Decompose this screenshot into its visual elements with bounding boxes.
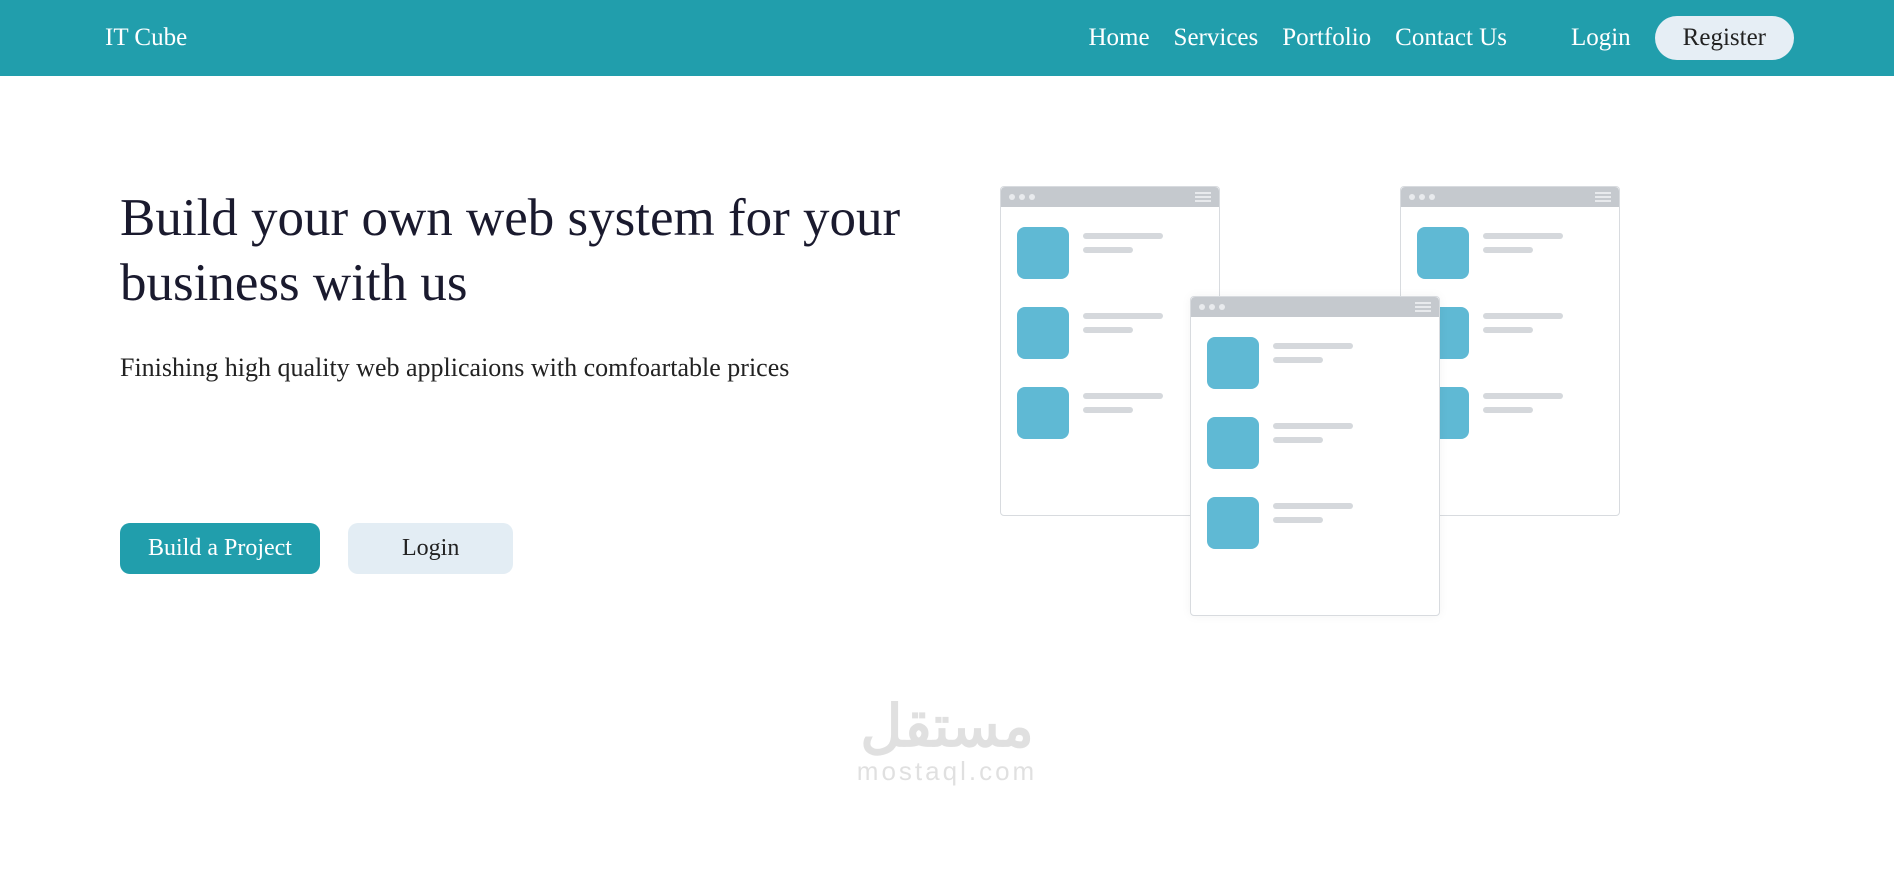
list-item <box>1417 307 1603 359</box>
build-project-button[interactable]: Build a Project <box>120 523 320 574</box>
list-item <box>1207 417 1423 469</box>
nav-right: Home Services Portfolio Contact Us Login… <box>1088 16 1794 60</box>
window-body <box>1191 317 1439 597</box>
thumbnail-icon <box>1017 227 1069 279</box>
list-item <box>1417 227 1603 279</box>
nav-link-home[interactable]: Home <box>1088 24 1149 52</box>
thumbnail-icon <box>1207 417 1259 469</box>
hero-text: Build your own web system for your busin… <box>120 186 940 616</box>
nav-links: Home Services Portfolio Contact Us <box>1088 24 1507 52</box>
nav-link-services[interactable]: Services <box>1174 24 1259 52</box>
navbar: IT Cube Home Services Portfolio Contact … <box>0 0 1894 76</box>
list-item <box>1017 387 1203 439</box>
hamburger-icon <box>1595 192 1611 202</box>
thumbnail-icon <box>1417 227 1469 279</box>
illustration-window-left <box>1000 186 1220 516</box>
hero-buttons: Build a Project Login <box>120 523 940 574</box>
watermark: مستقل mostaql.com <box>857 698 1037 787</box>
hero-illustration <box>1000 186 1620 616</box>
thumbnail-icon <box>1017 387 1069 439</box>
hero-login-button[interactable]: Login <box>348 523 513 574</box>
hero-section: Build your own web system for your busin… <box>0 76 1894 616</box>
watermark-arabic: مستقل <box>857 698 1037 756</box>
hamburger-icon <box>1195 192 1211 202</box>
list-item <box>1417 387 1603 439</box>
thumbnail-icon <box>1207 337 1259 389</box>
thumbnail-icon <box>1017 307 1069 359</box>
nav-link-contact[interactable]: Contact Us <box>1395 24 1507 52</box>
list-item <box>1017 307 1203 359</box>
auth-links: Login Register <box>1571 16 1794 60</box>
list-item <box>1017 227 1203 279</box>
window-dots-icon <box>1409 194 1435 200</box>
watermark-latin: mostaql.com <box>857 756 1037 787</box>
register-button[interactable]: Register <box>1655 16 1794 60</box>
login-link[interactable]: Login <box>1571 24 1631 52</box>
window-dots-icon <box>1009 194 1035 200</box>
hero-subtitle: Finishing high quality web applicaions w… <box>120 353 940 383</box>
hero-title: Build your own web system for your busin… <box>120 186 940 315</box>
window-header <box>1401 187 1619 207</box>
list-item <box>1207 497 1423 549</box>
window-header <box>1001 187 1219 207</box>
window-dots-icon <box>1199 304 1225 310</box>
list-item <box>1207 337 1423 389</box>
window-body <box>1001 207 1219 487</box>
nav-link-portfolio[interactable]: Portfolio <box>1282 24 1371 52</box>
brand-logo[interactable]: IT Cube <box>105 24 187 52</box>
window-header <box>1191 297 1439 317</box>
illustration-window-front <box>1190 296 1440 616</box>
thumbnail-icon <box>1207 497 1259 549</box>
hamburger-icon <box>1415 302 1431 312</box>
